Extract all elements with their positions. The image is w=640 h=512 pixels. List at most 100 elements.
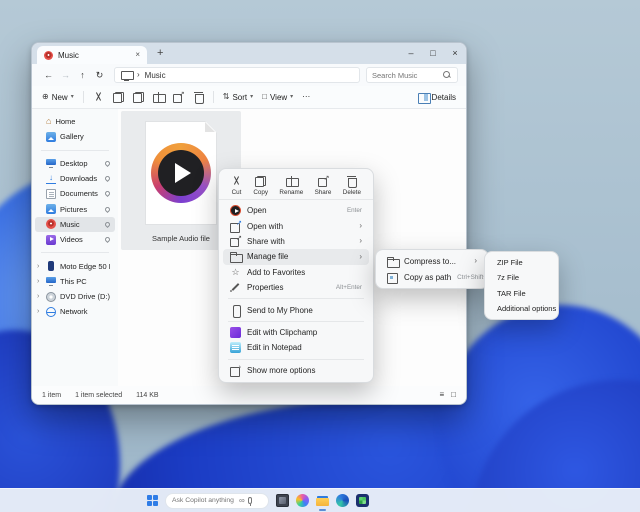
menu-item-open[interactable]: Open Enter [223, 203, 369, 218]
expand-chevron-icon[interactable]: › [37, 263, 39, 270]
chevron-down-icon: ▾ [290, 94, 293, 100]
sidebar-divider [41, 252, 109, 253]
sidebar-item-dvd-drive[interactable]: › DVD Drive (D:) CCC [35, 289, 115, 304]
pin-icon [104, 175, 111, 182]
sidebar-item-downloads[interactable]: ↓ Downloads [35, 171, 115, 186]
file-name: Sample Audio file [152, 234, 210, 243]
compress-to-submenu: ZIP File 7z File TAR File Additional opt… [484, 251, 559, 320]
share-button[interactable]: Share [315, 176, 332, 196]
music-folder-icon [44, 51, 53, 60]
refresh-icon[interactable]: ↻ [91, 67, 108, 83]
task-view-button[interactable] [276, 494, 289, 507]
expand-chevron-icon[interactable]: › [37, 308, 39, 315]
microsoft-store-icon[interactable] [356, 494, 369, 507]
microphone-icon[interactable] [248, 497, 252, 504]
back-icon[interactable]: ← [40, 67, 57, 83]
sidebar-item-home[interactable]: ⌂ Home [35, 114, 115, 129]
share-icon [318, 176, 329, 187]
copy-icon[interactable] [113, 92, 124, 103]
media-player-icon [230, 205, 241, 216]
menu-item-compress-to[interactable]: Compress to... › [380, 253, 484, 269]
menu-item-7z-file[interactable]: 7z File [489, 270, 554, 285]
menu-item-manage-file[interactable]: Manage file › [223, 249, 369, 264]
paste-icon[interactable] [133, 92, 144, 103]
file-explorer-taskbar-icon[interactable] [316, 494, 329, 507]
copilot-search-bar[interactable]: ∞ [165, 493, 269, 509]
more-options-icon[interactable]: ⋯ [302, 93, 310, 101]
details-view-icon[interactable]: ≡ [439, 391, 444, 399]
close-button[interactable]: × [444, 44, 466, 64]
rename-icon[interactable] [153, 92, 164, 103]
menu-item-properties[interactable]: Properties Alt+Enter [223, 280, 369, 295]
menu-item-additional-options[interactable]: Additional options [489, 301, 554, 316]
tab-close-icon[interactable]: × [135, 51, 140, 59]
sidebar-item-gallery[interactable]: Gallery [35, 129, 115, 144]
pictures-icon [46, 204, 56, 214]
details-button[interactable]: Details [418, 92, 456, 103]
sidebar-item-videos[interactable]: Videos [35, 232, 115, 247]
copy-button[interactable]: Copy [253, 176, 268, 196]
media-ring [151, 143, 211, 203]
sidebar-item-music[interactable]: Music [35, 217, 115, 232]
forward-icon[interactable]: → [57, 67, 74, 83]
rename-icon [286, 176, 297, 187]
chevron-down-icon: ▾ [250, 94, 253, 100]
menu-item-tar-file[interactable]: TAR File [489, 286, 554, 301]
edge-browser-icon[interactable] [336, 494, 349, 507]
new-button[interactable]: ⊕ New ▾ [42, 93, 74, 102]
copy-icon [255, 176, 266, 187]
menu-item-show-more-options[interactable]: Show more options [223, 363, 369, 378]
pin-icon [104, 221, 111, 228]
menu-item-send-to-my-phone[interactable]: Send to My Phone [223, 302, 369, 317]
sidebar-item-this-pc[interactable]: › This PC [35, 274, 115, 289]
sidebar-item-pictures[interactable]: Pictures [35, 201, 115, 216]
expand-chevron-icon[interactable]: › [37, 293, 39, 300]
menu-item-zip-file[interactable]: ZIP File [489, 255, 554, 270]
cut-icon[interactable] [93, 92, 104, 103]
copilot-logo-icon: ∞ [239, 497, 245, 505]
expand-chevron-icon[interactable]: › [37, 278, 39, 285]
copy-as-path-icon [387, 272, 398, 283]
menu-item-copy-as-path[interactable]: Copy as path Ctrl+Shift+C [380, 269, 484, 285]
copilot-app-icon[interactable] [296, 494, 309, 507]
view-button[interactable]: □ View ▾ [262, 93, 293, 102]
breadcrumb-chevron-icon: › [137, 71, 140, 79]
sort-button[interactable]: ⇅ Sort ▾ [223, 93, 253, 102]
details-label: Details [432, 93, 456, 102]
navigation-bar: ← → ↑ ↻ › Music [32, 64, 466, 86]
sort-icon: ⇅ [223, 93, 230, 101]
menu-item-edit-with-clipchamp[interactable]: Edit with Clipchamp [223, 325, 369, 340]
menu-item-add-to-favorites[interactable]: ☆ Add to Favorites [223, 265, 369, 280]
sidebar-item-desktop[interactable]: Desktop [35, 156, 115, 171]
menu-item-edit-in-notepad[interactable]: Edit in Notepad [223, 340, 369, 355]
pin-icon [104, 160, 111, 167]
tab-music[interactable]: Music × [37, 46, 147, 64]
show-more-options-icon [230, 365, 241, 376]
minimize-button[interactable]: – [400, 44, 422, 64]
search-icon [443, 71, 452, 80]
location-icon [121, 70, 132, 81]
delete-icon[interactable] [193, 92, 204, 103]
search-input[interactable] [372, 71, 440, 80]
menu-item-share-with[interactable]: Share with › [223, 234, 369, 249]
copilot-search-input[interactable] [172, 497, 236, 504]
breadcrumb-location[interactable]: Music [145, 71, 166, 80]
tab-title: Music [58, 51, 79, 60]
cut-button[interactable]: Cut [231, 176, 242, 196]
rename-button[interactable]: Rename [279, 176, 303, 196]
sidebar-item-documents[interactable]: Documents [35, 186, 115, 201]
sidebar-item-moto-edge[interactable]: › Moto Edge 50 Neo [35, 258, 115, 273]
start-button[interactable] [147, 495, 158, 506]
large-icons-view-icon[interactable]: □ [451, 391, 456, 399]
new-tab-button[interactable]: + [157, 48, 163, 59]
share-icon[interactable] [173, 92, 184, 103]
sidebar-item-network[interactable]: › Network [35, 304, 115, 319]
menu-divider [228, 359, 364, 360]
documents-icon [46, 189, 56, 199]
breadcrumb[interactable]: › Music [114, 67, 360, 83]
menu-item-open-with[interactable]: Open with › [223, 218, 369, 233]
view-icon: □ [262, 93, 267, 101]
maximize-button[interactable]: □ [422, 44, 444, 64]
delete-button[interactable]: Delete [343, 176, 361, 196]
up-icon[interactable]: ↑ [74, 67, 91, 83]
